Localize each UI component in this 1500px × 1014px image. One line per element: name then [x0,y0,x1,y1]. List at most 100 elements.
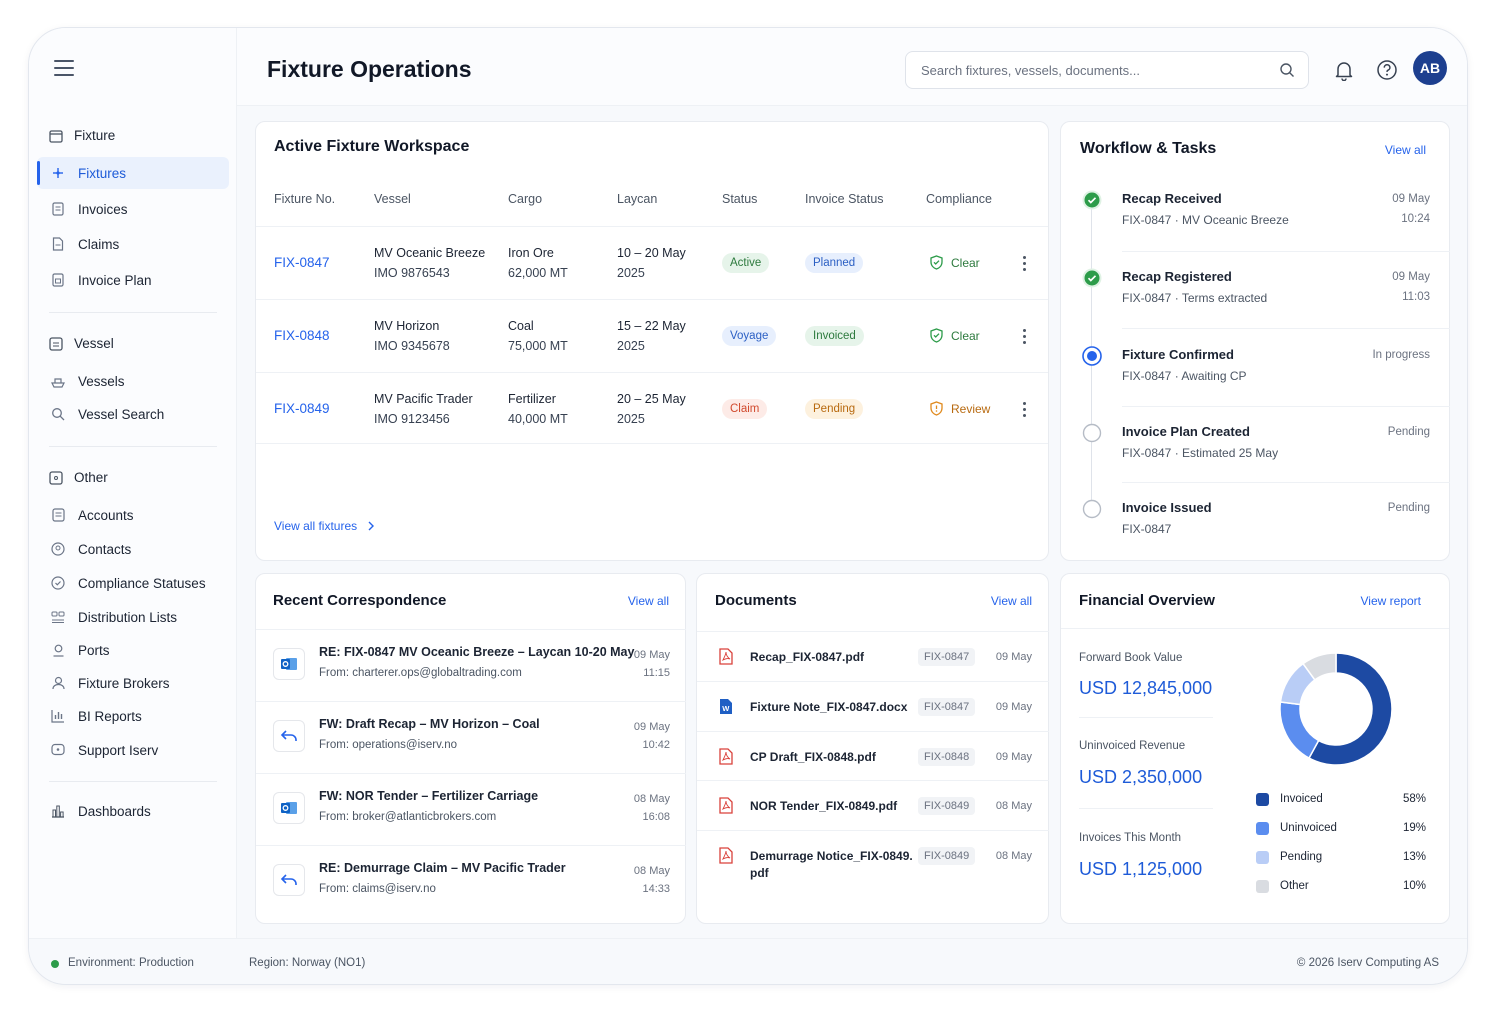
sidebar-item-contacts[interactable]: Contacts [37,533,229,565]
nav-group-label: Fixture [74,128,116,143]
vessel-imo: IMO 9345678 [374,339,450,353]
fixture-link[interactable]: FIX-0849 [274,399,330,419]
cargo-cell: Fertilizer 40,000 MT [508,389,568,429]
metric-label: Forward Book Value [1079,652,1183,664]
vessel-name: MV Pacific Trader [374,392,473,406]
bar-chart-icon [51,709,65,723]
document-date: 08 May [995,850,1032,862]
sidebar-item-label: Invoices [78,201,128,217]
task-divider [1122,482,1450,483]
view-report-link[interactable]: View report [1361,594,1421,608]
legend-value: 19% [1402,822,1426,834]
fixture-link[interactable]: FIX-0847 [274,253,330,273]
reply-icon [273,864,305,896]
task-subtitle: FIX-0847 · MV Oceanic Breeze [1122,213,1289,227]
view-all-fixtures-link[interactable]: View all fixtures [274,519,375,533]
bell-icon[interactable] [1333,59,1355,82]
sidebar-item-label: Vessels [78,373,125,389]
mail-date: 09 May [633,649,670,661]
document-item[interactable]: Recap_FIX-0847.pdf FIX-0847 09 May [697,631,1049,681]
document-date: 08 May [995,800,1032,812]
sidebar-item-vessels[interactable]: Vessels [37,365,229,397]
more-options-icon[interactable] [1023,256,1027,274]
table-row[interactable]: FIX-0847 MV Oceanic Breeze IMO 9876543 Ir… [256,226,1048,298]
compliance-status: Review [930,401,990,416]
metric-label: Uninvoiced Revenue [1079,740,1186,752]
avatar[interactable]: AB [1413,51,1447,85]
metric-divider [1079,717,1213,718]
mail-sender: From: charterer.ops@globaltrading.com [319,667,522,679]
view-all-link[interactable]: View all [991,594,1032,608]
view-all-link[interactable]: View all [1385,143,1426,157]
legend-item: Invoiced 58% [1256,791,1426,807]
mail-item[interactable]: RE: FIX-0847 MV Oceanic Breeze – Laycan … [256,629,686,701]
sidebar-item-bi-reports[interactable]: BI Reports [37,700,229,732]
legend-item: Other 10% [1256,878,1426,894]
mail-item[interactable]: RE: Demurrage Claim – MV Pacific Trader … [256,845,686,917]
sidebar-item-fixture-brokers[interactable]: Fixture Brokers [37,667,229,699]
sidebar-item-invoice-plan[interactable]: Invoice Plan [37,264,229,296]
sidebar-item-support-iserv[interactable]: Support Iserv [37,734,229,766]
task-title: Invoice Issued [1122,500,1212,515]
document-item[interactable]: CP Draft_FIX-0848.pdf FIX-0848 09 May [697,731,1049,781]
table-row[interactable]: FIX-0848 MV Horizon IMO 9345678 Coal 75,00… [256,299,1048,371]
mail-date: 09 May [633,721,670,733]
cargo-name: Iron Ore [508,246,554,260]
fixture-link[interactable]: FIX-0848 [274,326,330,346]
legend-item: Uninvoiced 19% [1256,820,1426,836]
sidebar-item-invoices[interactable]: Invoices [37,193,229,225]
shield-check-icon [930,328,943,343]
document-item[interactable]: NOR Tender_FIX-0849.pdf FIX-0849 08 May [697,780,1049,830]
sidebar-item-compliance-statuses[interactable]: Compliance Statuses [37,567,229,599]
column-header: Invoice Status [805,192,884,206]
table-row[interactable]: FIX-0849 MV Pacific Trader IMO 9123456 Fe… [256,372,1048,444]
laycan-range: 20 – 25 May [617,392,686,406]
cargo-qty: 62,000 MT [508,266,568,280]
document-item[interactable]: W Fixture Note_FIX-0847.docx FIX-0847 09… [697,681,1049,731]
sidebar-item-accounts[interactable]: Accounts [37,499,229,531]
view-all-link[interactable]: View all [628,594,669,608]
task-separator: · [1174,369,1179,383]
sidebar-item-label: Compliance Statuses [78,575,206,591]
task-divider [1122,406,1450,407]
compliance-label: Review [951,401,991,416]
more-options-icon[interactable] [1023,402,1027,420]
mail-item[interactable]: FW: NOR Tender – Fertilizer Carriage Fro… [256,773,686,845]
plan-icon [51,273,65,287]
column-header: Compliance [926,192,993,206]
legend-value: 58% [1402,793,1426,805]
vessel-name: MV Horizon [374,319,440,333]
help-icon[interactable] [1376,59,1398,81]
nav-group-label: Vessel [74,336,114,351]
vessel-imo: IMO 9876543 [374,266,450,280]
legend-value: 13% [1402,851,1426,863]
sidebar-item-claims[interactable]: Claims [37,228,229,260]
status-badge: Voyage [722,326,777,346]
sidebar-item-distribution-lists[interactable]: Distribution Lists [37,601,229,633]
sidebar-item-ports[interactable]: Ports [37,634,229,666]
document-item[interactable]: Demurrage Notice_FIX-0849. pdf FIX-0849 … [697,830,1049,890]
hamburger-icon[interactable] [54,60,74,76]
search-icon[interactable] [1279,62,1295,78]
status-badge: Active [722,253,770,273]
laycan-cell: 15 – 22 May 2025 [617,316,686,356]
dashboard-icon [51,804,65,818]
sidebar-item-vessel-search[interactable]: Vessel Search [37,398,229,430]
sidebar-item-label: Contacts [78,541,132,557]
mail-time: 16:08 [642,811,670,823]
accounts-icon [51,508,65,522]
task-fixture: FIX-0847 [1122,522,1172,536]
more-options-icon[interactable] [1023,329,1027,347]
document-date: 09 May [995,701,1032,713]
task-status: In progress [1372,349,1430,361]
mail-item[interactable]: FW: Draft Recap – MV Horizon – Coal From… [256,701,686,773]
search-input[interactable] [905,51,1309,89]
page-title: Fixture Operations [267,56,472,82]
laycan-year: 2025 [617,339,645,353]
sidebar-item-fixtures[interactable]: Fixtures [37,157,229,189]
task-status: Pending [1387,426,1430,438]
legend-value: 10% [1402,880,1426,892]
app-window: Fixture Fixtures Invoices Claims Invoice… [28,27,1468,985]
nav-group-other: Other [49,470,108,485]
sidebar-item-dashboards[interactable]: Dashboards [37,795,229,827]
